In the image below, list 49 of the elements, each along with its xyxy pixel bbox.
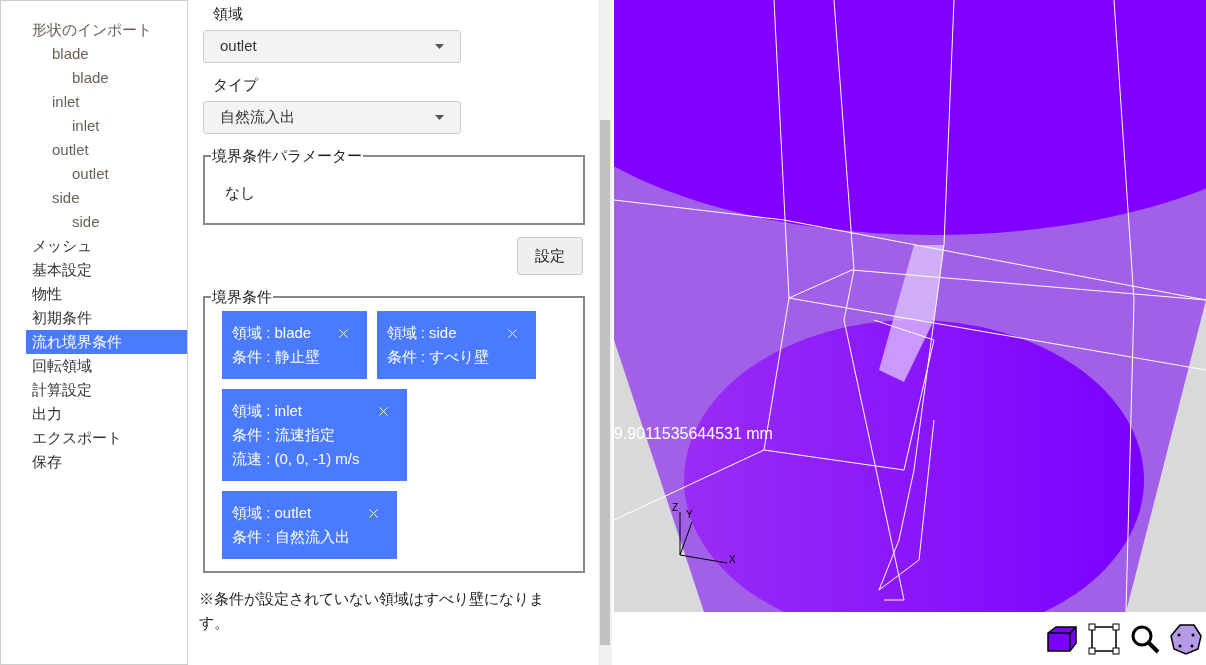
scrollbar[interactable] xyxy=(598,0,612,665)
sidebar-item[interactable]: inlet xyxy=(26,90,187,114)
note-text: ※条件が設定されていない領域はすべり壁になります。 xyxy=(198,589,545,633)
sidebar-item[interactable]: inlet xyxy=(26,114,187,138)
cube-icon[interactable] xyxy=(1046,624,1078,653)
group-legend: 境界条件パラメーター xyxy=(211,148,363,164)
sidebar-item[interactable]: メッシュ xyxy=(26,234,187,258)
sidebar-item[interactable]: outlet xyxy=(26,138,187,162)
caret-icon xyxy=(435,44,444,49)
sidebar-item[interactable]: side xyxy=(26,210,187,234)
sidebar-item[interactable]: 初期条件 xyxy=(26,306,187,330)
scrollbar-thumb[interactable] xyxy=(600,120,610,645)
condition-line: 領域 : blade xyxy=(232,323,313,343)
axis-gizmo xyxy=(679,511,728,564)
set-button[interactable]: 設定 xyxy=(517,237,583,275)
axis-label: X xyxy=(729,554,736,565)
axis-label: Y xyxy=(686,509,693,520)
group-legend: 境界条件 xyxy=(211,289,273,305)
bounding-box-icon[interactable] xyxy=(1088,622,1120,655)
condition-line: 領域 : outlet xyxy=(232,503,313,523)
caret-icon xyxy=(435,115,444,120)
condition-line: 流速 : (0, 0, -1) m/s xyxy=(232,449,360,469)
field-label: タイプ xyxy=(212,75,260,95)
parameters-text: なし xyxy=(225,183,256,203)
sidebar-item[interactable]: 基本設定 xyxy=(26,258,187,282)
condition-line: 条件 : 自然流入出 xyxy=(232,527,350,547)
condition-line: 領域 : inlet xyxy=(232,401,304,421)
condition-line: 条件 : すべり壁 xyxy=(386,347,490,367)
sidebar-item[interactable]: 物性 xyxy=(26,282,187,306)
polyhedron-icon[interactable] xyxy=(1170,622,1202,655)
field-label: 領域 xyxy=(212,4,244,24)
sidebar-item[interactable]: エクスポート xyxy=(26,426,187,450)
sidebar-item[interactable]: blade xyxy=(26,66,187,90)
condition-line: 条件 : 静止壁 xyxy=(232,347,320,367)
search-icon[interactable] xyxy=(1130,623,1160,654)
sidebar-item[interactable]: 流れ境界条件 xyxy=(26,330,187,354)
sidebar-item[interactable]: blade xyxy=(26,42,187,66)
dropdown[interactable]: outlet xyxy=(203,30,461,63)
sidebar-item[interactable]: 保存 xyxy=(26,450,187,474)
condition-line: 領域 : side xyxy=(386,323,458,343)
dropdown[interactable]: 自然流入出 xyxy=(203,101,461,134)
sidebar-item[interactable]: 出力 xyxy=(26,402,187,426)
axis-label: Z xyxy=(672,502,679,513)
sidebar-item[interactable]: 計算設定 xyxy=(26,378,187,402)
condition-line: 条件 : 流速指定 xyxy=(232,425,336,445)
sidebar-item[interactable]: 回転領域 xyxy=(26,354,187,378)
sidebar-item[interactable]: 形状のインポート xyxy=(26,18,187,42)
sidebar-item[interactable]: side xyxy=(26,186,187,210)
sidebar-item[interactable]: outlet xyxy=(26,162,187,186)
